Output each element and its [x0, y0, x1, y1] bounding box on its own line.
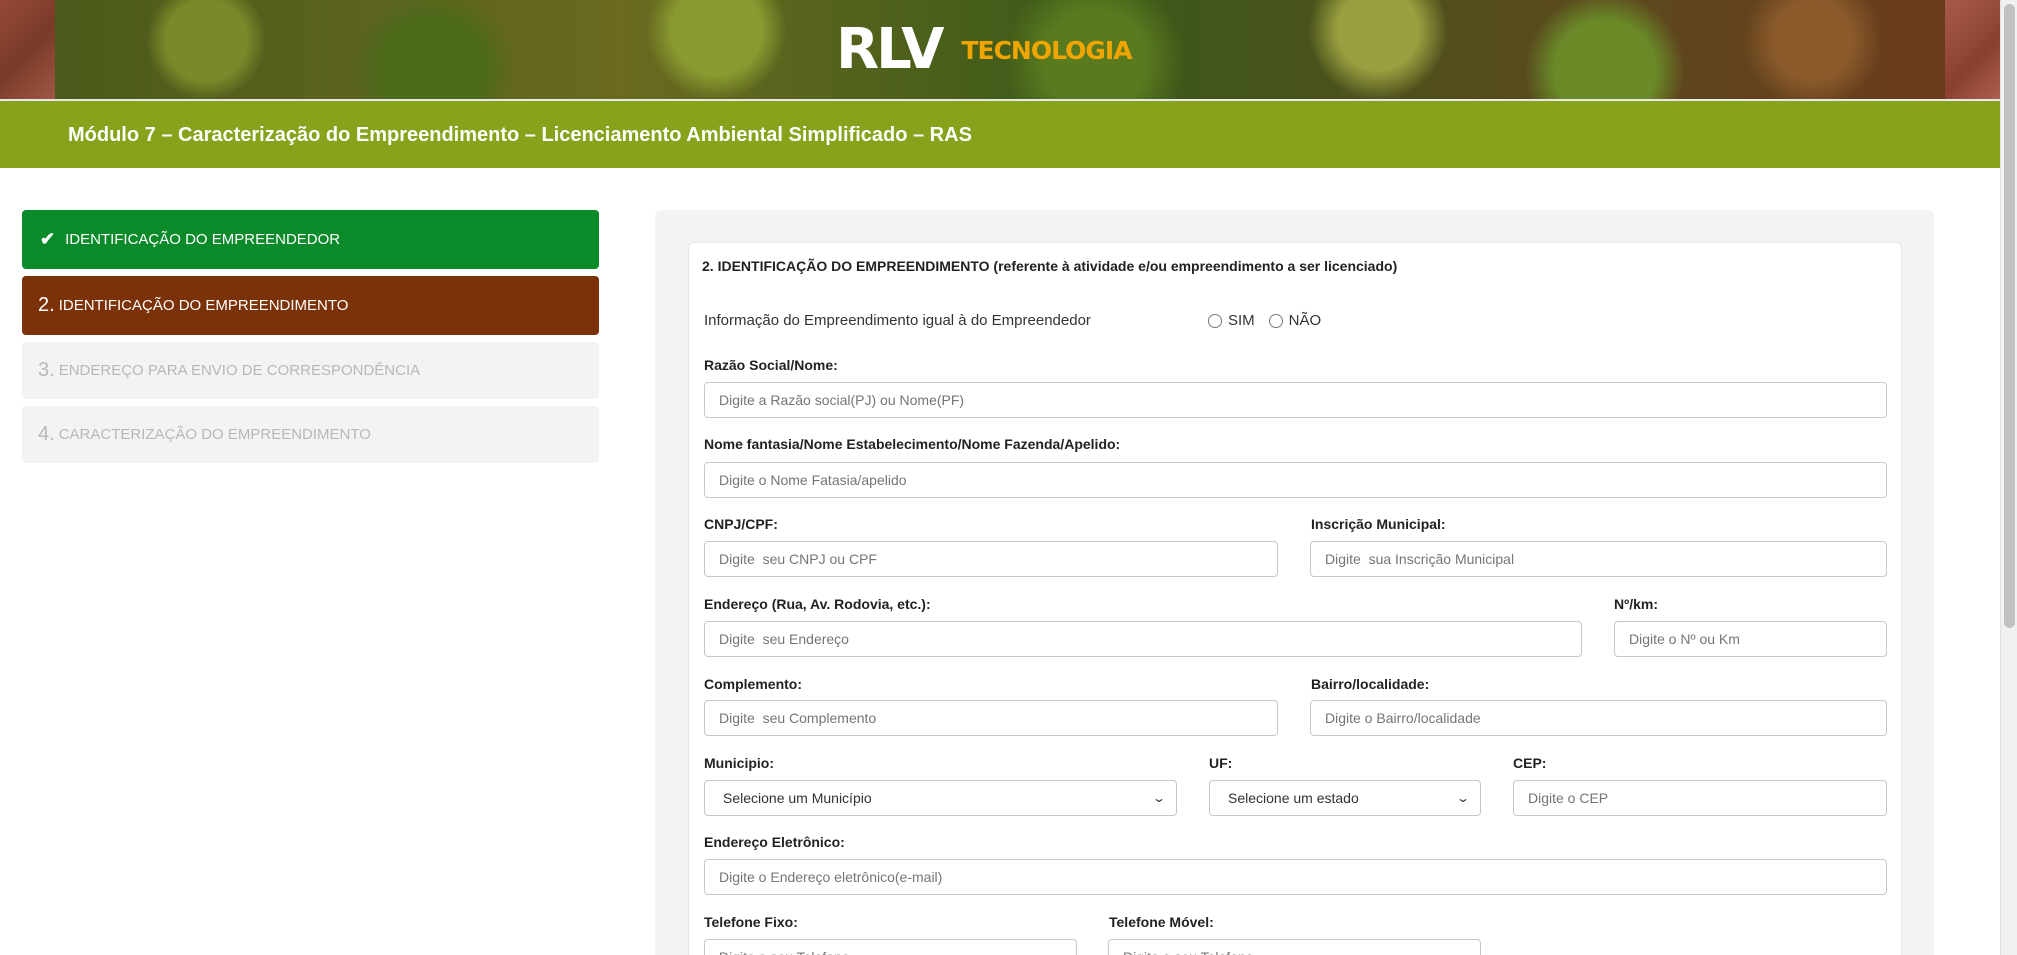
step-caracterizacao-empreendimento[interactable]: 4. Caracterização do Empreendimento — [22, 406, 599, 463]
telefone-movel-label: Telefone Móvel: — [1109, 914, 1214, 930]
module-title-bar: Módulo 7 – Caracterização do Empreendime… — [0, 101, 2000, 168]
step-number: 2. — [38, 294, 55, 316]
page-title: Módulo 7 – Caracterização do Empreendime… — [68, 124, 972, 146]
radio-circle-icon[interactable] — [1268, 313, 1283, 328]
same-info-radio-group: SIM NÃO — [1208, 312, 1335, 329]
nome-fantasia-input[interactable] — [704, 462, 1887, 498]
cep-input[interactable] — [1513, 780, 1887, 816]
uf-select[interactable]: Selecione um estado ⌄ — [1209, 780, 1481, 816]
municipio-select[interactable]: Selecione um Município ⌄ — [704, 780, 1177, 816]
rlv-logo: RLV TECNOLOGIA — [836, 17, 1133, 82]
numero-km-input[interactable] — [1614, 621, 1887, 657]
radio-circle-icon[interactable] — [1208, 313, 1222, 328]
uf-selected-value: Selecione um estado — [1228, 790, 1359, 806]
wizard-stepper: ✔ Identificação do Empreendedor 2. Ident… — [22, 210, 599, 470]
numero-km-label: Nº/km: — [1614, 596, 1659, 612]
razao-social-input[interactable] — [704, 382, 1887, 418]
complemento-label: Complemento: — [704, 676, 802, 692]
municipio-selected-value: Selecione um Município — [723, 790, 872, 806]
bairro-input[interactable] — [1310, 700, 1887, 736]
municipio-label: Municipio: — [704, 755, 774, 771]
uf-label: UF: — [1209, 755, 1233, 771]
bairro-label: Bairro/localidade: — [1311, 676, 1430, 692]
banner-edge-left — [0, 0, 55, 101]
step-identificacao-empreendedor[interactable]: ✔ Identificação do Empreendedor — [22, 210, 599, 269]
email-label: Endereço Eletrônico: — [704, 834, 845, 850]
scrollbar-thumb[interactable] — [2004, 4, 2015, 628]
nome-fantasia-label: Nome fantasia/Nome Estabelecimento/Nome … — [704, 436, 1121, 452]
radio-no-label: NÃO — [1288, 312, 1322, 329]
email-input[interactable] — [704, 859, 1887, 895]
banner-edge-right — [1945, 0, 2000, 101]
step-number: 4. — [38, 423, 55, 445]
chevron-down-icon: ⌄ — [1455, 791, 1471, 805]
page: RLV TECNOLOGIA Módulo 7 – Caracterização… — [0, 0, 2017, 955]
step-label: Identificação do Empreendedor — [65, 231, 341, 248]
check-icon: ✔ — [40, 229, 56, 249]
radio-yes[interactable]: SIM — [1208, 312, 1255, 329]
section-title: 2. IDENTIFICAÇÃO DO EMPREENDIMENTO (refe… — [702, 258, 1398, 274]
inscricao-municipal-input[interactable] — [1310, 541, 1887, 577]
logo-main-text: RLV — [836, 17, 944, 82]
step-label: Identificação do Empreendimento — [58, 297, 349, 314]
inscricao-municipal-label: Inscrição Municipal: — [1311, 516, 1446, 532]
page-scrollbar[interactable] — [2000, 0, 2017, 955]
razao-social-label: Razão Social/Nome: — [704, 357, 838, 373]
telefone-movel-input[interactable] — [1108, 939, 1481, 955]
step-label: Endereço para envio de correspondência — [58, 362, 421, 379]
endereco-label: Endereço (Rua, Av. Rodovia, etc.): — [704, 596, 931, 612]
cnpj-cpf-label: CNPJ/CPF: — [704, 516, 778, 532]
telefone-fixo-input[interactable] — [704, 939, 1077, 955]
chevron-down-icon: ⌄ — [1151, 791, 1167, 805]
endereco-input[interactable] — [704, 621, 1582, 657]
telefone-fixo-label: Telefone Fixo: — [704, 914, 798, 930]
header-banner: RLV TECNOLOGIA — [0, 0, 2000, 101]
step-identificacao-empreendimento[interactable]: 2. Identificação do Empreendimento — [22, 276, 599, 335]
complemento-input[interactable] — [704, 700, 1278, 736]
radio-no[interactable]: NÃO — [1268, 312, 1322, 329]
cnpj-cpf-input[interactable] — [704, 541, 1278, 577]
step-endereco-correspondencia[interactable]: 3. Endereço para envio de correspondênci… — [22, 342, 599, 399]
radio-yes-label: SIM — [1228, 312, 1255, 329]
step-number: 3. — [38, 359, 55, 381]
logo-sub-text: TECNOLOGIA — [961, 35, 1132, 65]
same-info-question: Informação do Empreendimento igual à do … — [704, 312, 1091, 329]
cep-label: CEP: — [1513, 755, 1547, 771]
step-label: Caracterização do Empreendimento — [58, 426, 371, 443]
